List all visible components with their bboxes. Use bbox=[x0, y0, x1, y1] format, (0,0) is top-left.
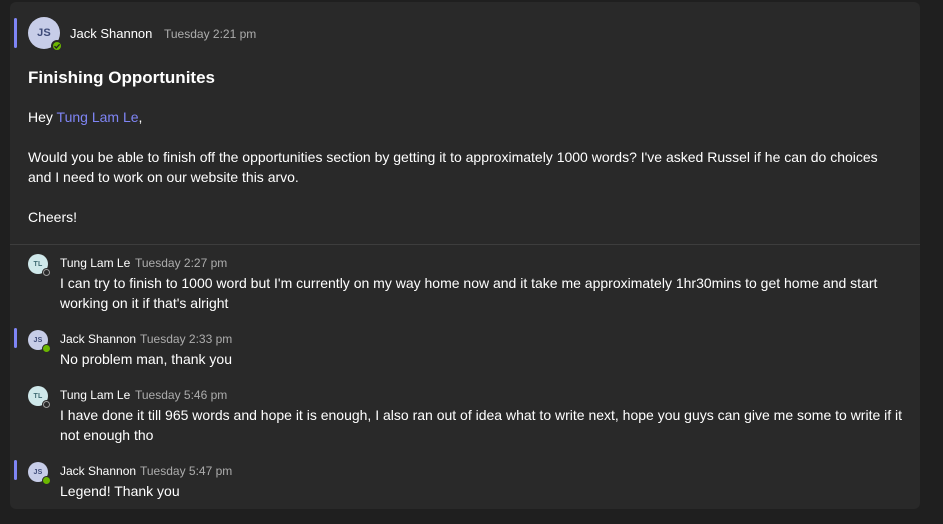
post-greeting: Hey Tung Lam Le, bbox=[28, 107, 142, 127]
own-message-accent-bar bbox=[14, 460, 17, 480]
avatar-initials: JS bbox=[37, 27, 51, 39]
message-timestamp: Tuesday 5:47 pm bbox=[140, 464, 233, 478]
reply-text: Legend! Thank you bbox=[60, 483, 180, 499]
author-name[interactable]: Tung Lam Le bbox=[60, 256, 130, 270]
avatar[interactable]: JS bbox=[28, 330, 51, 353]
post-paragraph: Would you be able to finish off the oppo… bbox=[28, 149, 878, 185]
message-timestamp: Tuesday 2:27 pm bbox=[135, 256, 228, 270]
presence-available-icon bbox=[42, 344, 51, 353]
message-thread-card: JS Jack Shannon Tuesday 2:21 pm Finishin… bbox=[10, 2, 920, 509]
reply-text: I can try to finish to 1000 word but I'm… bbox=[60, 275, 878, 311]
greeting-prefix: Hey bbox=[28, 109, 57, 125]
message-timestamp: Tuesday 2:33 pm bbox=[140, 332, 233, 346]
checkmark-icon bbox=[54, 43, 61, 49]
author-name[interactable]: Jack Shannon bbox=[70, 26, 152, 41]
post-subject: Finishing Opportunites bbox=[28, 68, 215, 87]
avatar[interactable]: TL bbox=[28, 254, 51, 277]
message-timestamp: Tuesday 2:21 pm bbox=[164, 27, 257, 41]
replies-divider bbox=[10, 244, 920, 245]
own-message-accent-bar bbox=[14, 328, 17, 348]
own-message-accent-bar bbox=[14, 18, 17, 48]
reply-text: I have done it till 965 words and hope i… bbox=[60, 407, 903, 443]
avatar-initials: TL bbox=[33, 260, 43, 268]
author-name[interactable]: Jack Shannon bbox=[60, 464, 136, 478]
post-signoff: Cheers! bbox=[28, 209, 78, 225]
avatar-initials: JS bbox=[33, 468, 43, 476]
message-timestamp: Tuesday 5:46 pm bbox=[135, 388, 228, 402]
offline-ring-icon bbox=[42, 268, 51, 277]
reply-text: No problem man, thank you bbox=[60, 351, 232, 367]
offline-ring-icon bbox=[42, 400, 51, 409]
avatar[interactable]: TL bbox=[28, 386, 51, 409]
author-name[interactable]: Jack Shannon bbox=[60, 332, 136, 346]
presence-available-icon bbox=[42, 476, 51, 485]
avatar-initials: TL bbox=[33, 392, 43, 400]
avatar[interactable]: JS bbox=[28, 17, 63, 52]
avatar-initials: JS bbox=[33, 336, 43, 344]
presence-available-icon bbox=[51, 40, 63, 52]
greeting-suffix: , bbox=[138, 109, 143, 125]
mention-link[interactable]: Tung Lam Le bbox=[57, 109, 139, 125]
avatar[interactable]: JS bbox=[28, 462, 51, 485]
author-name[interactable]: Tung Lam Le bbox=[60, 388, 130, 402]
